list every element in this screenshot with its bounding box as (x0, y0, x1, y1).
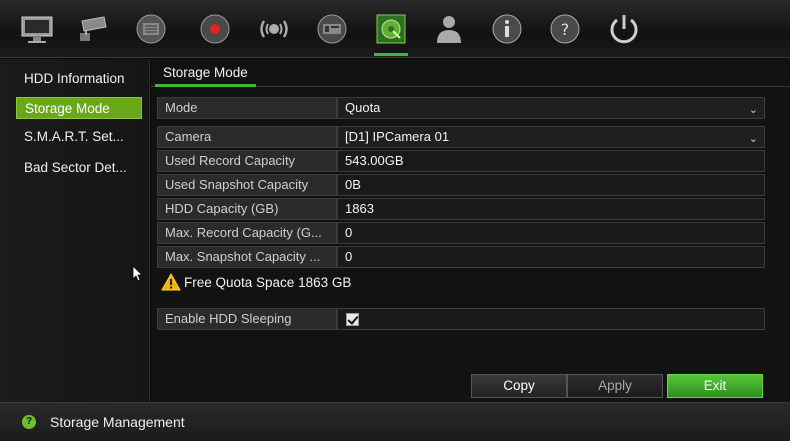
main-panel: Storage Mode Mode Quota ⌄ Camera [D1] IP… (151, 59, 790, 402)
exit-button[interactable]: Exit (667, 374, 763, 398)
hdd-sleeping-label: Enable HDD Sleeping (157, 308, 337, 330)
status-text: Storage Management (50, 414, 185, 430)
camera-select[interactable]: [D1] IPCamera 01 ⌄ (337, 126, 765, 148)
sidebar-item-hdd-information[interactable]: HDD Information (16, 68, 142, 90)
network-icon[interactable] (132, 10, 170, 48)
power-icon[interactable] (605, 10, 643, 48)
monitor-icon[interactable] (18, 10, 56, 48)
hdd-capacity-value: 1863 (337, 198, 765, 220)
tab-bar: Storage Mode (151, 59, 790, 87)
max-record-capacity-label: Max. Record Capacity (G... (157, 222, 337, 244)
user-icon[interactable] (430, 10, 468, 48)
free-quota-notice: Free Quota Space 1863 GB (161, 272, 351, 292)
used-record-capacity-label: Used Record Capacity (157, 150, 337, 172)
mode-select[interactable]: Quota ⌄ (337, 97, 765, 119)
device-icon[interactable] (313, 10, 351, 48)
sidebar-item-smart-settings[interactable]: S.M.A.R.T. Set... (16, 126, 142, 148)
mode-value: Quota (345, 100, 381, 115)
info-icon[interactable] (488, 10, 526, 48)
max-snapshot-capacity-label: Max. Snapshot Capacity ... (157, 246, 337, 268)
hdd-sleeping-checkbox[interactable] (346, 313, 359, 326)
hdd-sleeping-row: Enable HDD Sleeping (157, 308, 765, 330)
alarm-icon[interactable] (255, 10, 293, 48)
help-icon: ? (22, 415, 36, 429)
max-record-capacity-row: Max. Record Capacity (G... 0 (157, 222, 765, 244)
hdd-sleeping-cell (337, 308, 765, 330)
camera-label: Camera (157, 126, 337, 148)
camera-value: [D1] IPCamera 01 (345, 129, 450, 144)
max-snapshot-capacity-input[interactable]: 0 (337, 246, 765, 268)
apply-button[interactable]: Apply (567, 374, 663, 398)
camera-icon[interactable] (75, 10, 113, 48)
used-snapshot-capacity-label: Used Snapshot Capacity (157, 174, 337, 196)
mode-label: Mode (157, 97, 337, 119)
max-snapshot-capacity-row: Max. Snapshot Capacity ... 0 (157, 246, 765, 268)
used-snapshot-capacity-value: 0B (337, 174, 765, 196)
chevron-down-icon: ⌄ (748, 133, 758, 145)
tab-storage-mode[interactable]: Storage Mode (155, 63, 256, 87)
main-toolbar: ? (0, 0, 790, 58)
used-record-capacity-row: Used Record Capacity 543.00GB (157, 150, 765, 172)
hdd-capacity-row: HDD Capacity (GB) 1863 (157, 198, 765, 220)
record-icon[interactable] (196, 10, 234, 48)
help-icon[interactable]: ? (546, 10, 584, 48)
sidebar: HDD Information Storage Mode S.M.A.R.T. … (0, 59, 150, 402)
status-bar: ? Storage Management (0, 402, 790, 441)
copy-button[interactable]: Copy (471, 374, 567, 398)
camera-row: Camera [D1] IPCamera 01 ⌄ (157, 126, 765, 148)
warning-icon (161, 273, 181, 291)
mouse-cursor-icon (132, 265, 143, 282)
sidebar-item-storage-mode[interactable]: Storage Mode (16, 97, 142, 119)
sidebar-item-bad-sector-detection[interactable]: Bad Sector Det... (16, 157, 142, 179)
mode-row: Mode Quota ⌄ (157, 97, 765, 119)
chevron-down-icon: ⌄ (748, 104, 758, 116)
svg-text:?: ? (561, 20, 570, 39)
hdd-capacity-label: HDD Capacity (GB) (157, 198, 337, 220)
used-snapshot-capacity-row: Used Snapshot Capacity 0B (157, 174, 765, 196)
max-record-capacity-input[interactable]: 0 (337, 222, 765, 244)
used-record-capacity-value: 543.00GB (337, 150, 765, 172)
storage-icon[interactable] (372, 10, 410, 56)
free-quota-text: Free Quota Space 1863 GB (184, 274, 352, 290)
